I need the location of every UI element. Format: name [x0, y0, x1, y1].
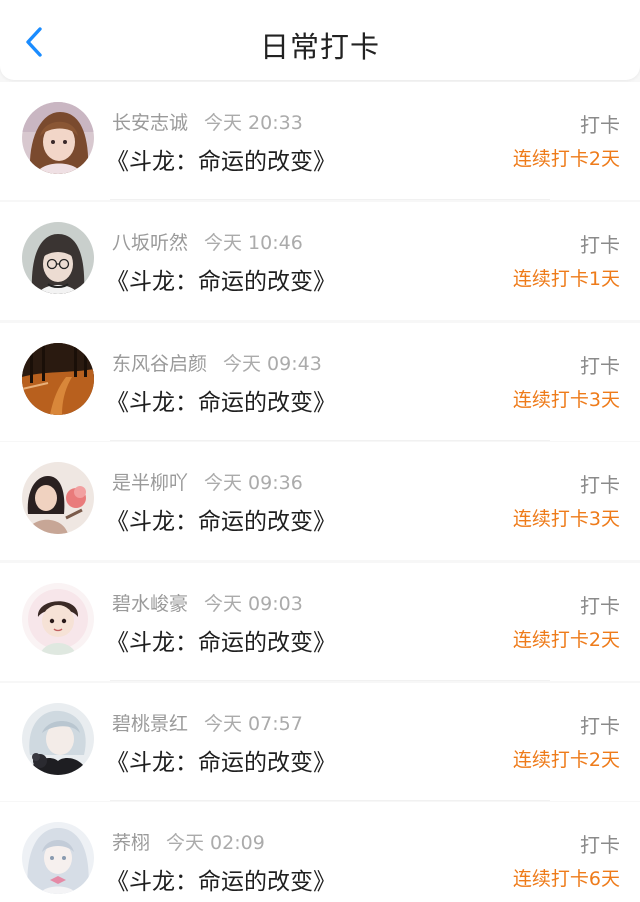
entry-meta: 东风谷启颜 今天 09:43 — [112, 349, 322, 376]
user-name[interactable]: 长安志诚 — [112, 112, 188, 134]
timestamp: 今天 09:03 — [204, 593, 303, 615]
checkin-label: 打卡 — [580, 232, 620, 257]
user-name[interactable]: 是半柳吖 — [112, 472, 188, 494]
entry-title: 《斗龙：命运的改变》 — [106, 630, 336, 656]
streak-count: 连续打卡1天 — [512, 267, 620, 290]
timestamp: 今天 10:46 — [204, 231, 303, 254]
top-bar: 日常打卡 — [0, 0, 640, 80]
entry-title: 《斗龙：命运的改变》 — [106, 268, 336, 295]
checkin-entry[interactable]: 八坂听然 今天 10:46 《斗龙：命运的改变》 打卡 连续打卡1天 — [0, 201, 640, 320]
page-title: 日常打卡 — [259, 30, 380, 64]
checkin-label: 打卡 — [580, 473, 620, 497]
entry-title: 《斗龙：命运的改变》 — [106, 749, 336, 776]
avatar[interactable] — [22, 583, 94, 655]
avatar[interactable] — [22, 221, 94, 294]
timestamp: 今天 02:09 — [166, 832, 265, 854]
divider — [110, 439, 550, 441]
checkin-entry[interactable]: 碧水峻豪 今天 09:03 《斗龙：命运的改变》 打卡 连续打卡2天 — [0, 563, 640, 681]
checkin-entry[interactable]: 碧桃景红 今天 07:57 《斗龙：命运的改变》 打卡 连续打卡2天 — [0, 682, 640, 801]
entry-title: 《斗龙：命运的改变》 — [106, 389, 336, 416]
avatar[interactable] — [22, 342, 94, 415]
timestamp: 今天 20:33 — [204, 112, 303, 134]
entry-title: 《斗龙：命运的改变》 — [106, 509, 336, 535]
checkin-entry[interactable]: 东风谷启颜 今天 09:43 《斗龙：命运的改变》 打卡 连续打卡3天 — [0, 322, 640, 441]
user-name[interactable]: 碧桃景红 — [112, 713, 188, 735]
timestamp: 今天 07:57 — [204, 712, 303, 735]
entry-meta: 碧桃景红 今天 07:57 — [112, 709, 303, 736]
timestamp: 今天 09:36 — [204, 472, 303, 494]
entry-meta: 长安志诚 今天 20:33 — [112, 108, 303, 135]
divider — [110, 199, 550, 200]
page: 日常打卡 长安志诚 今天 20:33 《斗龙：命运的改变》 打卡 连续打卡2天 … — [0, 0, 640, 902]
avatar[interactable] — [22, 702, 94, 775]
divider — [110, 680, 550, 681]
entry-meta: 是半柳吖 今天 09:36 — [112, 468, 303, 495]
checkin-label: 打卡 — [580, 113, 620, 137]
avatar[interactable] — [22, 462, 94, 534]
streak-count: 连续打卡2天 — [512, 748, 620, 771]
checkin-label: 打卡 — [580, 353, 620, 378]
user-name[interactable]: 荞栩 — [112, 832, 150, 854]
streak-count: 连续打卡2天 — [512, 629, 620, 651]
avatar[interactable] — [22, 822, 94, 894]
user-name[interactable]: 八坂听然 — [112, 232, 188, 254]
checkin-entry[interactable]: 长安志诚 今天 20:33 《斗龙：命运的改变》 打卡 连续打卡2天 — [0, 82, 640, 200]
streak-count: 连续打卡2天 — [512, 148, 620, 170]
divider — [110, 799, 550, 801]
checkin-entry[interactable]: 是半柳吖 今天 09:36 《斗龙：命运的改变》 打卡 连续打卡3天 — [0, 442, 640, 560]
entry-title: 《斗龙：命运的改变》 — [106, 149, 336, 175]
checkin-entry[interactable]: 荞栩 今天 02:09 《斗龙：命运的改变》 打卡 连续打卡6天 — [0, 802, 640, 902]
checkin-label: 打卡 — [580, 713, 620, 738]
entry-meta: 碧水峻豪 今天 09:03 — [112, 589, 303, 616]
streak-count: 连续打卡6天 — [512, 868, 620, 890]
streak-count: 连续打卡3天 — [512, 508, 620, 530]
checkin-label: 打卡 — [580, 833, 620, 857]
checkin-label: 打卡 — [580, 594, 620, 618]
entry-title: 《斗龙：命运的改变》 — [106, 869, 336, 895]
user-name[interactable]: 东风谷启颜 — [112, 353, 207, 375]
streak-count: 连续打卡3天 — [512, 388, 620, 411]
avatar[interactable] — [22, 102, 94, 174]
entry-meta: 八坂听然 今天 10:46 — [112, 228, 303, 255]
checkin-list: 长安志诚 今天 20:33 《斗龙：命运的改变》 打卡 连续打卡2天 八坂听然 … — [0, 82, 640, 902]
entry-meta: 荞栩 今天 02:09 — [112, 828, 265, 855]
user-name[interactable]: 碧水峻豪 — [112, 593, 188, 615]
timestamp: 今天 09:43 — [223, 352, 322, 375]
